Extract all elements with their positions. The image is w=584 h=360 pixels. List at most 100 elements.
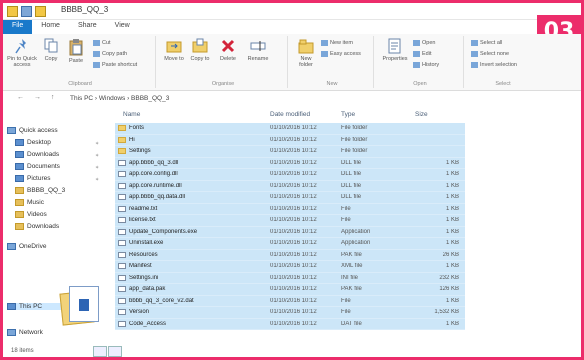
new-folder-icon[interactable] [35, 6, 46, 17]
column-date[interactable]: Date modified [270, 111, 310, 118]
tab-file[interactable]: File [3, 20, 33, 34]
file-date: 01/10/2016 10:12 [270, 194, 317, 200]
copy-to-button[interactable]: Copy to [189, 38, 211, 62]
tab-view[interactable]: View [106, 20, 139, 34]
nav-bbbb-qq-3[interactable]: BBBB_QQ_3 [15, 187, 65, 194]
file-date: 01/10/2016 10:12 [270, 309, 317, 315]
file-type: File [341, 309, 351, 315]
file-row[interactable]: Uninstall.exe 01/10/2016 10:12 Application… [115, 238, 465, 250]
file-row[interactable]: Code_Access 01/10/2016 10:12 DAT file 1 KB [115, 318, 465, 330]
column-type[interactable]: Type [341, 111, 355, 118]
navigation-arrows[interactable]: ← → ↑ [17, 94, 58, 101]
nav-desktop[interactable]: Desktop [15, 139, 51, 146]
file-row[interactable]: app.core.config.dll 01/10/2016 10:12 DLL f… [115, 169, 465, 181]
properties-icon[interactable] [21, 6, 32, 17]
new-item-button[interactable]: New item [321, 40, 353, 46]
cloud-icon [7, 243, 16, 250]
select-none-icon [471, 51, 478, 57]
rename-button[interactable]: Rename [245, 38, 271, 62]
column-size[interactable]: Size [415, 111, 428, 118]
file-date: 01/10/2016 10:12 [270, 217, 317, 223]
properties-button[interactable]: Properties [381, 38, 409, 62]
select-all-button[interactable]: Select all [471, 40, 502, 46]
file-row[interactable]: Manifest 01/10/2016 10:12 XML file 1 KB [115, 261, 465, 273]
file-type: File [341, 205, 351, 212]
file-name: Uninstall.exe [129, 240, 164, 246]
file-name: Settings.ini [129, 274, 159, 281]
edit-button[interactable]: Edit [413, 51, 431, 57]
file-row[interactable]: Resources 01/10/2016 10:12 PAK file 26 KB [115, 249, 465, 261]
pin-button[interactable]: Pin to Quick access [7, 38, 37, 68]
file-date: 01/10/2016 10:12 [270, 240, 317, 246]
tab-share[interactable]: Share [69, 20, 106, 34]
file-type: DLL file [341, 159, 362, 166]
file-type: PAK file [341, 286, 362, 292]
file-row[interactable]: bbbb_qq_3_core_v2.dat 01/10/2016 10:12 Fil… [115, 295, 465, 307]
file-date: 01/10/2016 10:12 [270, 182, 317, 189]
details-view-button[interactable] [93, 346, 107, 357]
folder-icon [118, 148, 126, 154]
select-none-button[interactable]: Select none [471, 51, 509, 57]
paste-button[interactable]: Paste [65, 38, 87, 64]
cut-button[interactable]: Cut [93, 40, 111, 46]
nav-network[interactable]: Network [7, 329, 43, 336]
file-row[interactable]: Hi 01/10/2016 10:12 File folder [115, 134, 465, 146]
file-name: license.txt [129, 217, 156, 223]
copy-button[interactable]: Copy [41, 38, 61, 62]
invert-selection-button[interactable]: Invert selection [471, 62, 517, 68]
file-name: Code_Access [129, 320, 167, 327]
open-button[interactable]: Open [413, 40, 435, 46]
file-row[interactable]: license.txt 01/10/2016 10:12 File 1 KB [115, 215, 465, 227]
nav-downloads[interactable]: Downloads [15, 151, 59, 158]
file-size: 1 KB [445, 194, 459, 200]
nav-onedrive[interactable]: OneDrive [7, 243, 46, 250]
file-name: app.core.config.dll [129, 171, 178, 177]
clipboard-group: Pin to Quick access Copy Paste Cut Copy … [5, 36, 156, 88]
file-row[interactable]: Version 01/10/2016 10:12 File 1,532 KB [115, 307, 465, 319]
tab-home[interactable]: Home [32, 20, 69, 34]
download-icon [15, 151, 24, 158]
new-folder-button[interactable]: New folder [295, 38, 317, 68]
file-row[interactable]: Fonts 01/10/2016 10:12 File folder [115, 123, 465, 135]
file-row[interactable]: app.bbbb_qq.data.dll 01/10/2016 10:12 DLL … [115, 192, 465, 204]
nav-videos[interactable]: Videos [15, 211, 47, 218]
file-row[interactable]: app.core.runtime.dll 01/10/2016 10:12 DLL … [115, 180, 465, 192]
view-toggle [93, 346, 122, 357]
copy-path-button[interactable]: Copy path [93, 51, 127, 57]
file-row[interactable]: Update_Components.exe 01/10/2016 10:12 App… [115, 226, 465, 238]
desktop-icon [15, 139, 24, 146]
file-date: 01/10/2016 10:12 [270, 125, 317, 131]
file-date: 01/10/2016 10:12 [270, 320, 317, 327]
file-type: Application [341, 240, 371, 246]
easy-access-button[interactable]: Easy access [321, 51, 361, 57]
file-row[interactable]: Settings.ini 01/10/2016 10:12 INI file 232 … [115, 272, 465, 284]
file-size: 126 KB [439, 286, 459, 292]
file-row[interactable]: app.bbbb_qq_3.dll 01/10/2016 10:12 DLL fil… [115, 157, 465, 169]
history-icon [413, 62, 420, 68]
nav-pictures[interactable]: Pictures [15, 175, 50, 182]
nav-documents[interactable]: Documents [15, 163, 60, 170]
nav-music[interactable]: Music [15, 199, 44, 206]
move-to-button[interactable]: Move to [163, 38, 185, 62]
history-button[interactable]: History [413, 62, 439, 68]
file-name: Manifest [129, 263, 152, 269]
nav-downloads-folder[interactable]: Downloads [15, 223, 59, 230]
file-name: Settings [129, 148, 151, 154]
column-name[interactable]: Name [123, 111, 140, 118]
paste-shortcut-button[interactable]: Paste shortcut [93, 62, 137, 68]
file-row[interactable]: Settings 01/10/2016 10:12 File folder [115, 146, 465, 158]
file-type: File folder [341, 136, 368, 143]
delete-button[interactable]: Delete [217, 38, 239, 62]
file-row[interactable]: readme.txt 01/10/2016 10:12 File 1 KB [115, 203, 465, 215]
file-name: Fonts [129, 125, 145, 131]
file-row[interactable]: app_data.pak 01/10/2016 10:12 PAK file 126 … [115, 284, 465, 296]
group-label: Clipboard [68, 81, 92, 87]
address-path[interactable]: This PC › Windows › BBBB_QQ_3 [63, 93, 515, 105]
folder-icon [15, 211, 24, 218]
document-icon [15, 163, 24, 170]
large-icons-view-button[interactable] [108, 346, 122, 357]
folder-icon[interactable] [7, 6, 18, 17]
file-name: bbbb_qq_3_core_v2.dat [129, 297, 194, 304]
file-name: Version [129, 309, 150, 315]
nav-quick-access[interactable]: Quick access [7, 127, 58, 134]
